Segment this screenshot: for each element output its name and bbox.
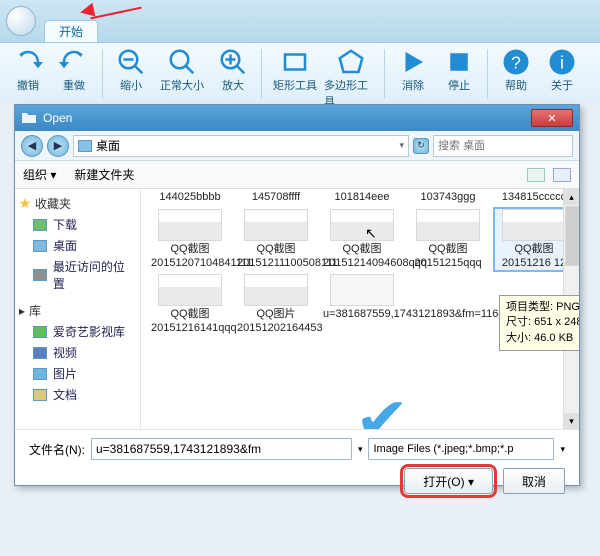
file-item[interactable]: 145708ffff xyxy=(237,191,315,205)
tab-start[interactable]: 开始 xyxy=(44,20,98,42)
sidebar-item-desktop[interactable]: 桌面 xyxy=(19,235,136,256)
dialog-title: Open xyxy=(43,111,72,125)
help-icon[interactable] xyxy=(553,168,571,182)
file-tooltip: 项目类型: PNG 图像 尺寸: 651 x 248 大小: 46.0 KB xyxy=(499,295,579,351)
sidebar: 收藏夹 下载 桌面 最近访问的位置 ▸ 库 爱奇艺影视库 视频 图片 文档 xyxy=(15,189,141,429)
svg-text:i: i xyxy=(560,52,564,72)
scroll-down-icon[interactable]: ▾ xyxy=(564,413,579,429)
zoom-in-button[interactable]: 放大 xyxy=(211,45,255,93)
desktop-icon xyxy=(78,140,92,152)
file-item[interactable]: u=381687559,1743121893&fm=116&g... xyxy=(323,274,401,336)
file-item[interactable]: QQ截图20151216141qqq xyxy=(151,274,229,336)
sidebar-favorites[interactable]: 收藏夹 xyxy=(19,195,136,212)
file-item[interactable]: QQ截图20151211100508111 xyxy=(237,209,315,271)
new-folder-button[interactable]: 新建文件夹 xyxy=(74,166,134,183)
mouse-cursor-icon: ↖ xyxy=(365,225,377,242)
polygon-tool-button[interactable]: 多边形工具 xyxy=(324,45,378,109)
document-icon xyxy=(33,389,47,401)
filename-input[interactable] xyxy=(91,438,352,460)
svg-text:?: ? xyxy=(511,52,521,72)
video-icon xyxy=(33,347,47,359)
recent-icon xyxy=(33,269,47,281)
scroll-thumb[interactable] xyxy=(565,206,579,266)
sidebar-item-downloads[interactable]: 下载 xyxy=(19,214,136,235)
ribbon-toolbar: 撤销 重做 缩小 正常大小 放大 矩形工具 多边形工具 消除 停止 ? 帮助 i… xyxy=(0,42,600,102)
sidebar-library[interactable]: ▸ 库 xyxy=(19,302,136,319)
nav-forward-button[interactable]: ▶ xyxy=(47,135,69,157)
checkmark-annotation: ✔ xyxy=(354,385,409,429)
help-button[interactable]: ? 帮助 xyxy=(494,45,538,93)
chevron-down-icon[interactable]: ▾ xyxy=(358,444,363,455)
zoom-actual-button[interactable]: 正常大小 xyxy=(155,45,209,93)
zoom-out-button[interactable]: 缩小 xyxy=(109,45,153,93)
open-button[interactable]: 打开(O) ▾ xyxy=(404,468,493,494)
rect-tool-button[interactable]: 矩形工具 xyxy=(268,45,322,93)
sidebar-item-pictures[interactable]: 图片 xyxy=(19,363,136,384)
file-list: 144025bbbb 145708ffff 101814eee 103743gg… xyxy=(141,189,579,429)
open-icon xyxy=(21,110,37,126)
nav-back-button[interactable]: ◀ xyxy=(21,135,43,157)
file-item[interactable]: 101814eee xyxy=(323,191,401,205)
file-item-selected[interactable]: QQ截图20151216 12 xyxy=(495,209,573,271)
open-dialog: Open ✕ ◀ ▶ 桌面 ▾ ↻ 组织 ▾ 新建文件夹 收藏夹 下载 桌面 最… xyxy=(14,104,580,486)
refresh-button[interactable]: ↻ xyxy=(413,138,429,154)
redo-button[interactable]: 重做 xyxy=(52,45,96,93)
search-input[interactable] xyxy=(433,135,573,157)
sidebar-item-documents[interactable]: 文档 xyxy=(19,384,136,405)
app-logo[interactable] xyxy=(6,6,36,36)
sidebar-item-recent[interactable]: 最近访问的位置 xyxy=(19,256,136,294)
file-item[interactable]: QQ截图20151214094608qqq xyxy=(323,209,401,271)
organize-menu[interactable]: 组织 ▾ xyxy=(23,166,56,183)
file-item[interactable]: QQ图片20151202164453 xyxy=(237,274,315,336)
picture-icon xyxy=(33,368,47,380)
file-item[interactable]: QQ截图20151207104841111 xyxy=(151,209,229,271)
desktop-icon xyxy=(33,240,47,252)
file-item[interactable]: 103743ggg xyxy=(409,191,487,205)
chevron-down-icon[interactable]: ▾ xyxy=(399,140,404,151)
chevron-down-icon[interactable]: ▾ xyxy=(560,444,565,455)
file-type-filter[interactable] xyxy=(368,438,554,460)
file-item[interactable]: 134815ccccc xyxy=(495,191,573,205)
scroll-up-icon[interactable]: ▴ xyxy=(564,189,579,205)
filename-label: 文件名(N): xyxy=(29,441,85,458)
breadcrumb[interactable]: 桌面 ▾ xyxy=(73,135,409,157)
iqiyi-icon xyxy=(33,326,47,338)
download-icon xyxy=(33,219,47,231)
undo-button[interactable]: 撤销 xyxy=(6,45,50,93)
view-options-button[interactable] xyxy=(527,168,545,182)
close-button[interactable]: ✕ xyxy=(531,109,573,127)
file-item[interactable]: QQ截图20151215qqq xyxy=(409,209,487,271)
stop-button[interactable]: 停止 xyxy=(437,45,481,93)
about-button[interactable]: i 关于 xyxy=(540,45,584,93)
cancel-button[interactable]: 取消 xyxy=(503,468,565,494)
sidebar-item-videos[interactable]: 视频 xyxy=(19,342,136,363)
dialog-titlebar[interactable]: Open ✕ xyxy=(15,105,579,131)
sidebar-item-iqiyi[interactable]: 爱奇艺影视库 xyxy=(19,321,136,342)
play-button[interactable]: 消除 xyxy=(391,45,435,93)
file-item[interactable]: 144025bbbb xyxy=(151,191,229,205)
